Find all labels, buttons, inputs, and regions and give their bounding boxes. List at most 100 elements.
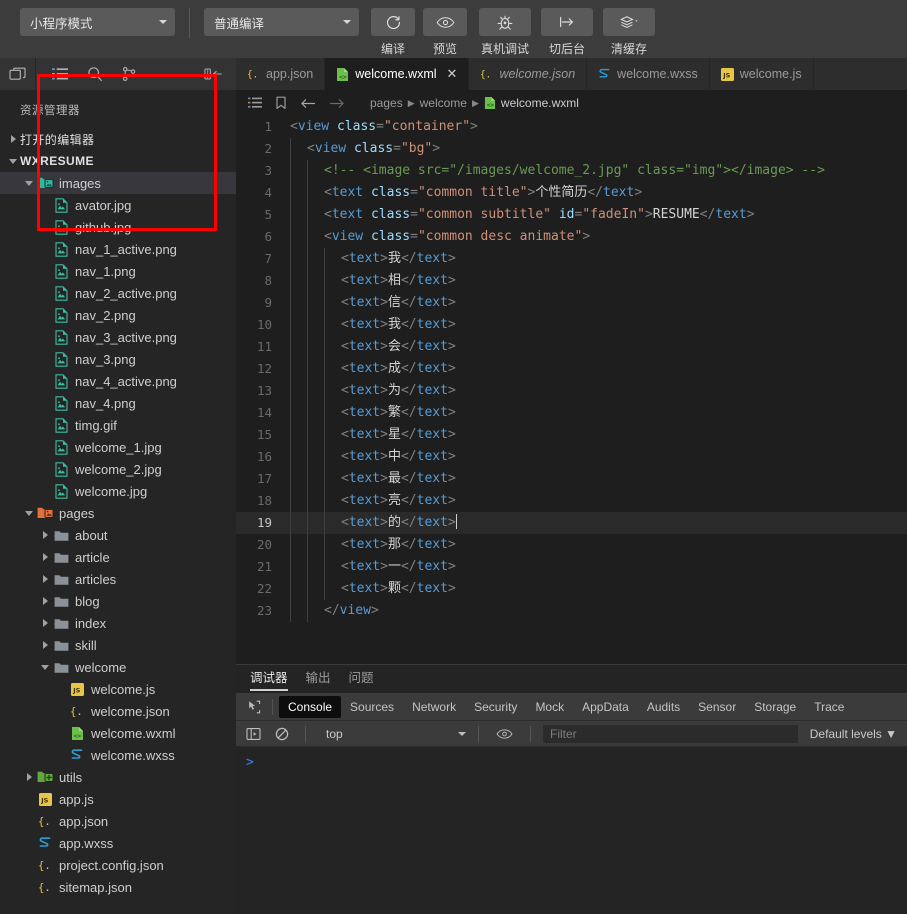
code-editor[interactable]: 1 <view class="container"> 2 <view class="b… bbox=[236, 116, 907, 664]
tree-file[interactable]: JS welcome.js bbox=[0, 678, 236, 700]
tree-file[interactable]: nav_1.png bbox=[0, 260, 236, 282]
devtools-tab-storage[interactable]: Storage bbox=[745, 696, 805, 718]
code-line[interactable]: 8 <text>相</text> bbox=[236, 270, 907, 292]
devtools-tab-trace[interactable]: Trace bbox=[805, 696, 853, 718]
tree-file[interactable]: {..} welcome.json bbox=[0, 700, 236, 722]
tree-file[interactable]: app.wxss bbox=[0, 832, 236, 854]
code-line[interactable]: 11 <text>会</text> bbox=[236, 336, 907, 358]
editor-layout-button[interactable] bbox=[0, 58, 36, 90]
devtools-tab-network[interactable]: Network bbox=[403, 696, 465, 718]
file-tab-welcome-wxss[interactable]: welcome.wxss bbox=[587, 58, 710, 90]
code-line[interactable]: 23 </view> bbox=[236, 600, 907, 622]
tree-file[interactable]: {..} sitemap.json bbox=[0, 876, 236, 898]
cursor-select-icon[interactable] bbox=[242, 700, 266, 714]
code-line[interactable]: 4 <text class="common title">个性简历</text> bbox=[236, 182, 907, 204]
mode-select[interactable]: 小程序模式 bbox=[20, 8, 175, 36]
console-levels-select[interactable]: Default levels ▼ bbox=[810, 727, 897, 741]
code-line[interactable]: 16 <text>中</text> bbox=[236, 446, 907, 468]
compile-mode-select[interactable]: 普通编译 bbox=[204, 8, 359, 36]
tree-file[interactable]: welcome.wxss bbox=[0, 744, 236, 766]
tree-file[interactable]: nav_4.png bbox=[0, 392, 236, 414]
file-tab-welcome-wxml[interactable]: <> welcome.wxml ✕ bbox=[325, 58, 470, 90]
console-output[interactable]: > bbox=[236, 747, 907, 914]
tree-folder[interactable]: about bbox=[0, 524, 236, 546]
switch-background-button[interactable]: 切后台 bbox=[539, 8, 595, 57]
devtools-tab-appdata[interactable]: AppData bbox=[573, 696, 638, 718]
tree-file[interactable]: nav_1_active.png bbox=[0, 238, 236, 260]
file-tab-welcome-js[interactable]: JS welcome.js bbox=[709, 58, 814, 90]
outline-icon[interactable] bbox=[248, 97, 262, 109]
tree-folder[interactable]: images bbox=[0, 172, 236, 194]
tree-folder[interactable]: article bbox=[0, 546, 236, 568]
tree-file[interactable]: nav_3.png bbox=[0, 348, 236, 370]
source-control-icon[interactable] bbox=[121, 66, 137, 82]
explorer-icon[interactable] bbox=[52, 67, 69, 81]
code-line[interactable]: 22 <text>颗</text> bbox=[236, 578, 907, 600]
code-line[interactable]: 1 <view class="container"> bbox=[236, 116, 907, 138]
forward-arrow-icon[interactable] bbox=[329, 97, 345, 110]
tree-file[interactable]: welcome_2.jpg bbox=[0, 458, 236, 480]
code-line[interactable]: 9 <text>信</text> bbox=[236, 292, 907, 314]
console-context-select[interactable]: top bbox=[318, 727, 466, 741]
devtools-tab-security[interactable]: Security bbox=[465, 696, 526, 718]
panel-tab-output[interactable]: 输出 bbox=[306, 667, 331, 691]
tree-folder[interactable]: utils bbox=[0, 766, 236, 788]
compile-button[interactable]: 编译 bbox=[369, 8, 417, 57]
tree-folder[interactable]: skill bbox=[0, 634, 236, 656]
devtools-tab-audits[interactable]: Audits bbox=[638, 696, 689, 718]
code-line[interactable]: 21 <text>一</text> bbox=[236, 556, 907, 578]
real-device-debug-button[interactable]: 真机调试 bbox=[477, 8, 533, 57]
panel-tab-problems[interactable]: 问题 bbox=[349, 667, 374, 691]
back-arrow-icon[interactable] bbox=[300, 97, 316, 110]
code-line[interactable]: 12 <text>成</text> bbox=[236, 358, 907, 380]
code-line[interactable]: 18 <text>亮</text> bbox=[236, 490, 907, 512]
breadcrumb-segment-pages[interactable]: pages bbox=[370, 96, 403, 110]
tree-file[interactable]: JS app.js bbox=[0, 788, 236, 810]
code-line[interactable]: 15 <text>星</text> bbox=[236, 424, 907, 446]
console-filter-input[interactable] bbox=[543, 724, 798, 743]
tree-file[interactable]: {..} project.config.json bbox=[0, 854, 236, 876]
tree-file[interactable]: welcome.jpg bbox=[0, 480, 236, 502]
tree-folder[interactable]: articles bbox=[0, 568, 236, 590]
code-line[interactable]: 5 <text class="common subtitle" id="fadeI… bbox=[236, 204, 907, 226]
tree-file[interactable]: nav_2.png bbox=[0, 304, 236, 326]
bookmark-icon[interactable] bbox=[275, 96, 287, 110]
preview-button[interactable]: 预览 bbox=[421, 8, 469, 57]
tree-folder[interactable]: blog bbox=[0, 590, 236, 612]
code-line[interactable]: 2 <view class="bg"> bbox=[236, 138, 907, 160]
tree-folder[interactable]: pages bbox=[0, 502, 236, 524]
tree-file[interactable]: nav_2_active.png bbox=[0, 282, 236, 304]
devtools-tab-sources[interactable]: Sources bbox=[341, 696, 403, 718]
breadcrumb-file[interactable]: welcome.wxml bbox=[501, 96, 579, 110]
close-icon[interactable]: ✕ bbox=[447, 66, 458, 82]
tree-file[interactable]: welcome_1.jpg bbox=[0, 436, 236, 458]
breadcrumb-segment-welcome[interactable]: welcome bbox=[420, 96, 467, 110]
tree-folder[interactable]: welcome bbox=[0, 656, 236, 678]
tree-folder[interactable]: index bbox=[0, 612, 236, 634]
code-line[interactable]: 13 <text>为</text> bbox=[236, 380, 907, 402]
console-sidebar-icon[interactable] bbox=[242, 727, 265, 741]
tree-file[interactable]: nav_3_active.png bbox=[0, 326, 236, 348]
tree-file[interactable]: avator.jpg bbox=[0, 194, 236, 216]
collapse-sidebar-icon[interactable] bbox=[204, 67, 224, 81]
tree-file[interactable]: <> welcome.wxml bbox=[0, 722, 236, 744]
code-line[interactable]: 19 <text>的</text> bbox=[236, 512, 907, 534]
open-editors-section[interactable]: 打开的编辑器 bbox=[0, 128, 236, 150]
devtools-tab-console[interactable]: Console bbox=[279, 695, 342, 718]
search-icon[interactable] bbox=[87, 66, 103, 82]
clear-cache-button[interactable]: 清缓存 bbox=[601, 8, 657, 57]
project-root[interactable]: WXRESUME bbox=[0, 150, 236, 172]
tree-file[interactable]: {..} app.json bbox=[0, 810, 236, 832]
file-tab-app-json[interactable]: {..} app.json bbox=[236, 58, 326, 90]
code-line[interactable]: 10 <text>我</text> bbox=[236, 314, 907, 336]
devtools-tab-sensor[interactable]: Sensor bbox=[689, 696, 745, 718]
live-expression-icon[interactable] bbox=[491, 728, 518, 740]
code-line[interactable]: 14 <text>繁</text> bbox=[236, 402, 907, 424]
tree-file[interactable]: nav_4_active.png bbox=[0, 370, 236, 392]
tree-file[interactable]: timg.gif bbox=[0, 414, 236, 436]
code-line[interactable]: 20 <text>那</text> bbox=[236, 534, 907, 556]
code-line[interactable]: 3 <!-- <image src="/images/welcome_2.jpg"… bbox=[236, 160, 907, 182]
tree-file[interactable]: github.jpg bbox=[0, 216, 236, 238]
panel-tab-debugger[interactable]: 调试器 bbox=[250, 667, 288, 691]
devtools-tab-mock[interactable]: Mock bbox=[526, 696, 573, 718]
